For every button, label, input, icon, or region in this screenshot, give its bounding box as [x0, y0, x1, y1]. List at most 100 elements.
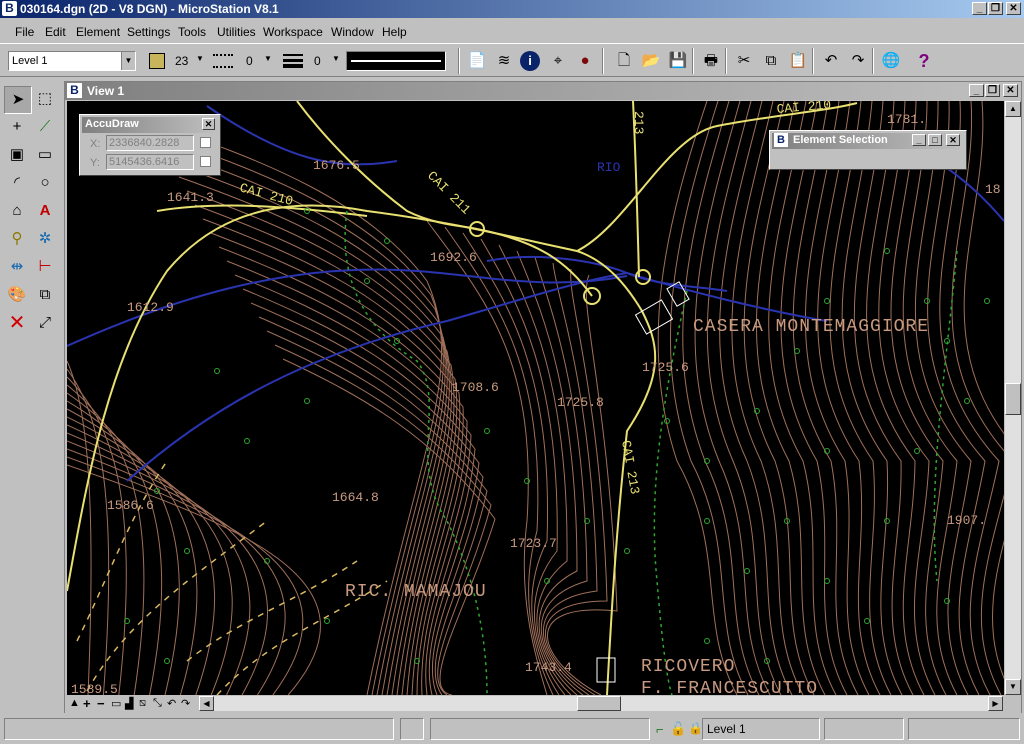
print-icon[interactable]: 🖶 [700, 50, 722, 72]
place-text-icon[interactable]: A [32, 198, 58, 224]
weight-dropdown-icon[interactable]: ▼ [332, 54, 340, 63]
menu-element[interactable]: Element [76, 25, 120, 39]
vertical-scroll-thumb[interactable] [1005, 383, 1021, 415]
globe-icon[interactable]: 🌐 [880, 50, 902, 72]
cell-library-icon[interactable]: ⌂ [4, 198, 30, 224]
color-swatch[interactable] [149, 53, 165, 69]
place-shape-icon[interactable]: ▣ [4, 142, 30, 168]
copy-element-icon[interactable]: ⧉ [32, 282, 58, 308]
horizontal-scroll-thumb[interactable] [577, 696, 621, 711]
window-title: 030164.dgn (2D - V8 DGN) - MicroStation … [20, 2, 279, 16]
multiline-icon[interactable]: ✲ [32, 226, 58, 252]
active-line-preview[interactable] [346, 51, 446, 71]
view-window: B View 1 _ ❐ ✕ 1676.5 1641.3 1692.6 1612… [64, 81, 1022, 713]
scroll-right-arrow-icon[interactable]: ▶ [988, 696, 1003, 711]
accudraw-close-button[interactable]: ✕ [202, 118, 215, 130]
snap-icon[interactable]: ⌖ [547, 50, 569, 72]
microstation-app-icon[interactable]: B [2, 1, 17, 16]
line-weight-icon[interactable] [283, 54, 303, 68]
element-selection-minimize-button[interactable]: _ [912, 134, 926, 146]
save-icon[interactable]: 💾 [667, 50, 689, 72]
view-restore-button[interactable]: ❐ [985, 84, 1000, 97]
level-combo[interactable]: Level 1 ▼ [8, 51, 136, 71]
active-level-field[interactable]: Level 1 [702, 718, 820, 740]
paste-icon[interactable]: 📋 [787, 50, 809, 72]
copy-icon[interactable]: ⧉ [760, 50, 782, 72]
measure-icon[interactable]: ⚲ [4, 226, 30, 252]
vegetation-symbol [864, 618, 870, 624]
zoom-out-icon[interactable]: − [97, 696, 105, 711]
restore-button[interactable]: ❐ [988, 2, 1003, 15]
scroll-down-icon[interactable]: ▼ [1005, 679, 1021, 695]
view-minimize-button[interactable]: _ [969, 84, 984, 97]
info-icon[interactable]: i [520, 51, 540, 71]
place-point-icon[interactable]: + [4, 114, 30, 140]
vegetation-symbol [384, 238, 390, 244]
delete-element-icon[interactable]: ✕ [4, 310, 30, 336]
color-dropdown-icon[interactable]: ▼ [196, 54, 204, 63]
record-icon[interactable]: ● [574, 50, 596, 72]
lock-icon[interactable]: 🔓 [670, 721, 686, 737]
contour-line [67, 464, 321, 695]
x-coordinate-field[interactable]: 2336840.2828 [106, 135, 194, 151]
menu-workspace[interactable]: Workspace [263, 25, 323, 39]
dimension-icon[interactable]: ⇹ [4, 254, 30, 280]
drawing-canvas[interactable]: 1676.5 1641.3 1692.6 1612.9 1708.6 1725.… [67, 101, 1004, 695]
contour-line [914, 101, 972, 695]
redo-icon[interactable]: ↷ [847, 50, 869, 72]
menu-settings[interactable]: Settings [127, 25, 170, 39]
menu-tools[interactable]: Tools [178, 25, 206, 39]
cut-icon[interactable]: ✂ [733, 50, 755, 72]
close-button[interactable]: ✕ [1006, 2, 1021, 15]
scroll-up-icon[interactable]: ▲ [1005, 101, 1021, 117]
help-icon[interactable]: ? [913, 50, 935, 72]
element-info-icon[interactable]: 📄 [466, 50, 488, 72]
view-icon[interactable]: B [67, 83, 82, 98]
vegetation-symbol [324, 618, 330, 624]
scroll-left-icon[interactable]: ▲ [69, 697, 80, 709]
chevron-down-icon[interactable]: ▼ [121, 52, 135, 70]
place-block-icon[interactable]: ▭ [32, 142, 58, 168]
place-circle-icon[interactable]: ○ [32, 170, 58, 196]
x-lock-checkbox[interactable] [200, 137, 211, 148]
zoom-in-icon[interactable]: + [83, 696, 91, 711]
lock-closed-icon[interactable]: 🔒 [688, 721, 703, 735]
horizontal-scrollbar[interactable]: ◀ ▶ [199, 696, 1003, 711]
new-file-icon[interactable]: 🗋 [613, 50, 635, 72]
pattern-icon[interactable]: 🎨 [4, 282, 30, 308]
menu-utilities[interactable]: Utilities [217, 25, 256, 39]
menu-file[interactable]: File [15, 25, 34, 39]
status-message [4, 718, 394, 740]
element-selection-maximize-button[interactable]: □ [928, 134, 942, 146]
view-previous-icon[interactable]: ↶ [167, 697, 176, 710]
select-element-icon[interactable]: ➤ [4, 86, 32, 114]
undo-icon[interactable]: ↶ [820, 50, 842, 72]
view-next-icon[interactable]: ↷ [181, 697, 190, 710]
menu-help[interactable]: Help [382, 25, 407, 39]
scroll-left-arrow-icon[interactable]: ◀ [199, 696, 214, 711]
menu-window[interactable]: Window [331, 25, 374, 39]
element-selection-close-button[interactable]: ✕ [946, 134, 960, 146]
dialog-icon[interactable]: B [774, 133, 788, 147]
fit-view-icon[interactable]: ▟ [125, 697, 133, 710]
open-folder-icon[interactable]: 📂 [640, 50, 662, 72]
fence-icon[interactable]: ⬚ [32, 86, 58, 112]
vegetation-symbol [794, 348, 800, 354]
view-close-button[interactable]: ✕ [1003, 84, 1018, 97]
dimension-size-icon[interactable]: ⊢ [32, 254, 58, 280]
vertical-scrollbar[interactable]: ▲ ▼ [1005, 101, 1021, 695]
level-manager-icon[interactable]: ≋ [493, 50, 515, 72]
y-lock-checkbox[interactable] [200, 156, 211, 167]
line-style-icon[interactable] [213, 54, 233, 68]
modify-element-icon[interactable]: ⤢ [32, 310, 58, 336]
style-dropdown-icon[interactable]: ▼ [264, 54, 272, 63]
minimize-button[interactable]: _ [972, 2, 987, 15]
snap-mode-icon[interactable]: ⌐ [656, 722, 664, 737]
place-arc-icon[interactable]: ◜ [4, 170, 30, 196]
place-line-icon[interactable]: ⟋ [32, 114, 58, 140]
rotate-view-icon[interactable]: ⧅ [139, 697, 146, 710]
pan-view-icon[interactable]: ⤡ [153, 697, 162, 710]
window-area-icon[interactable]: ▭ [111, 697, 121, 710]
menu-edit[interactable]: Edit [45, 25, 66, 39]
y-coordinate-field[interactable]: 5145436.6416 [106, 154, 194, 170]
